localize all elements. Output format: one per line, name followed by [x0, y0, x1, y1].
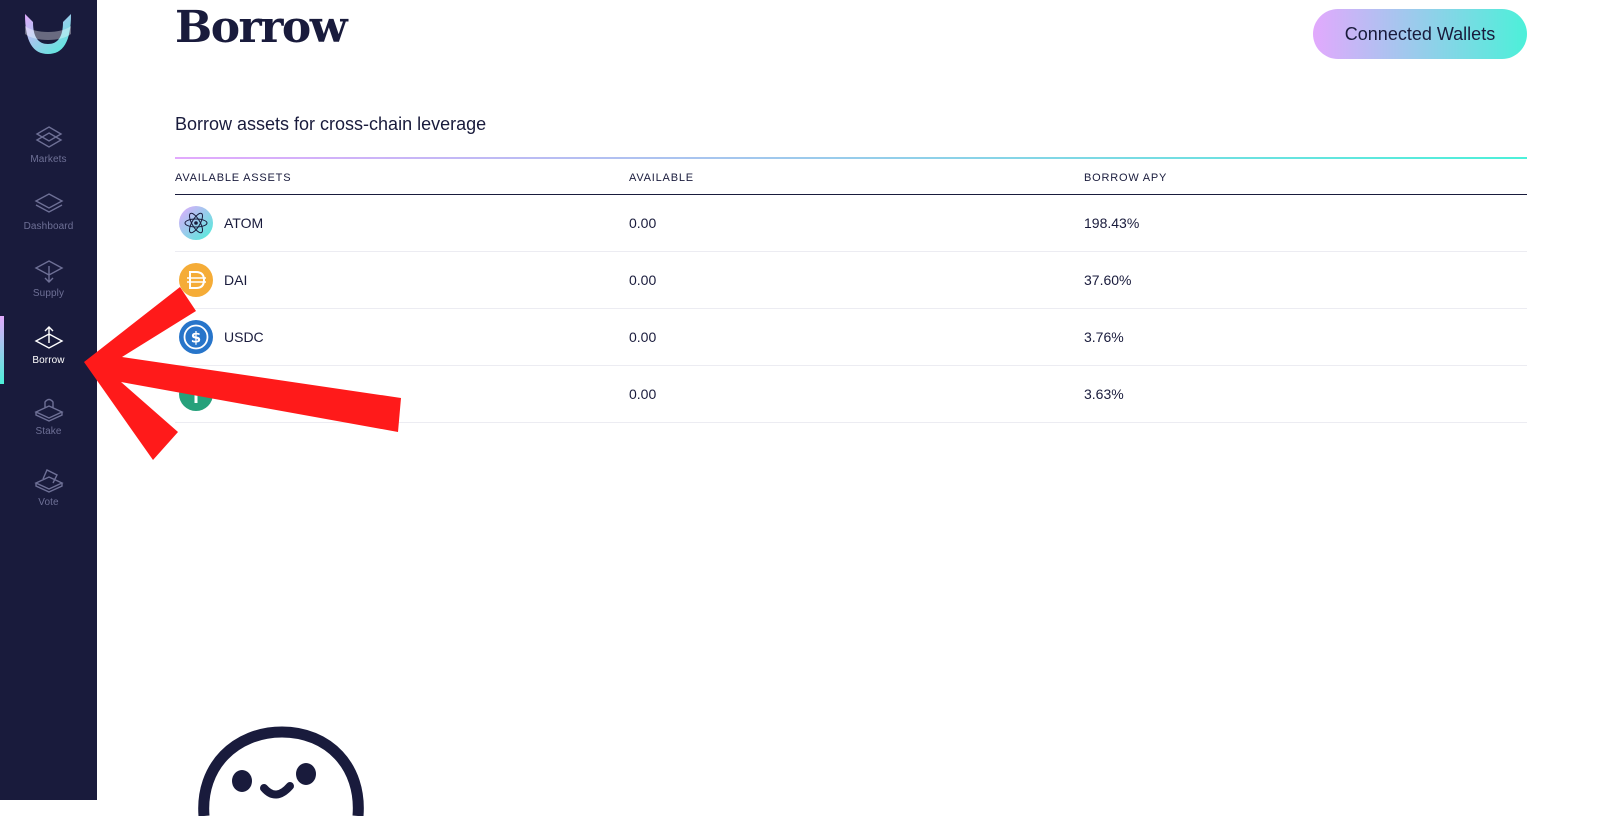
sidebar-item-label: Markets	[30, 154, 67, 165]
borrow-apy-cell: 198.43%	[1084, 215, 1140, 231]
table-row[interactable]: 0.00 3.63%	[175, 366, 1527, 423]
usdc-icon: $	[179, 320, 213, 354]
table-row[interactable]: DAI 0.00 37.60%	[175, 252, 1527, 309]
borrow-assets-table: AVAILABLE ASSETS AVAILABLE BORROW APY AT…	[175, 159, 1527, 423]
borrow-apy-cell: 3.63%	[1084, 386, 1124, 402]
asset-name: USDC	[224, 329, 264, 345]
supply-icon	[34, 260, 63, 283]
page-subtitle: Borrow assets for cross-chain leverage	[175, 114, 487, 134]
table-row[interactable]: ATOM 0.00 198.43%	[175, 195, 1527, 252]
column-header-assets[interactable]: AVAILABLE ASSETS	[175, 172, 291, 184]
borrow-apy-cell: 3.76%	[1084, 329, 1124, 345]
sidebar-item-dashboard[interactable]: Dashboard	[0, 191, 97, 251]
page-title: Borrow	[175, 2, 348, 53]
sidebar-item-label: Dashboard	[23, 221, 74, 232]
vote-icon	[33, 469, 64, 493]
borrow-icon	[34, 326, 63, 349]
asset-cell: $ USDC	[175, 309, 264, 365]
usdt-icon	[179, 377, 213, 411]
dai-icon	[179, 263, 213, 297]
available-cell: 0.00	[629, 329, 657, 345]
table-header: AVAILABLE ASSETS AVAILABLE BORROW APY	[175, 159, 1527, 195]
svg-text:$: $	[191, 329, 201, 347]
sidebar: Markets Dashboard Supply Borrow Stake Vo…	[0, 0, 97, 800]
sidebar-item-label: Borrow	[32, 355, 65, 366]
dashboard-icon	[34, 193, 63, 213]
sidebar-item-stake[interactable]: Stake	[0, 396, 97, 456]
asset-cell	[175, 366, 224, 422]
stake-icon	[33, 398, 64, 422]
sidebar-item-label: Supply	[32, 288, 65, 299]
connected-wallets-button[interactable]: Connected Wallets	[1313, 9, 1527, 59]
asset-name: DAI	[224, 272, 248, 288]
atom-icon	[179, 206, 213, 240]
table-row[interactable]: $ USDC 0.00 3.76%	[175, 309, 1527, 366]
markets-icon	[35, 126, 62, 148]
column-header-available[interactable]: AVAILABLE	[629, 172, 694, 184]
sidebar-item-borrow[interactable]: Borrow	[0, 325, 97, 385]
mascot-face-icon	[198, 726, 364, 816]
column-header-borrow-apy[interactable]: BORROW APY	[1084, 172, 1167, 184]
sidebar-item-markets[interactable]: Markets	[0, 124, 97, 184]
sidebar-item-supply[interactable]: Supply	[0, 258, 97, 318]
available-cell: 0.00	[629, 386, 657, 402]
sidebar-item-vote[interactable]: Vote	[0, 467, 97, 527]
available-cell: 0.00	[629, 215, 657, 231]
borrow-apy-cell: 37.60%	[1084, 272, 1132, 288]
app-logo-icon[interactable]	[23, 12, 73, 56]
asset-cell: DAI	[175, 252, 247, 308]
asset-name: ATOM	[224, 215, 264, 231]
asset-cell: ATOM	[175, 195, 263, 251]
available-cell: 0.00	[629, 272, 657, 288]
sidebar-item-label: Stake	[35, 426, 62, 437]
sidebar-item-label: Vote	[38, 497, 59, 508]
